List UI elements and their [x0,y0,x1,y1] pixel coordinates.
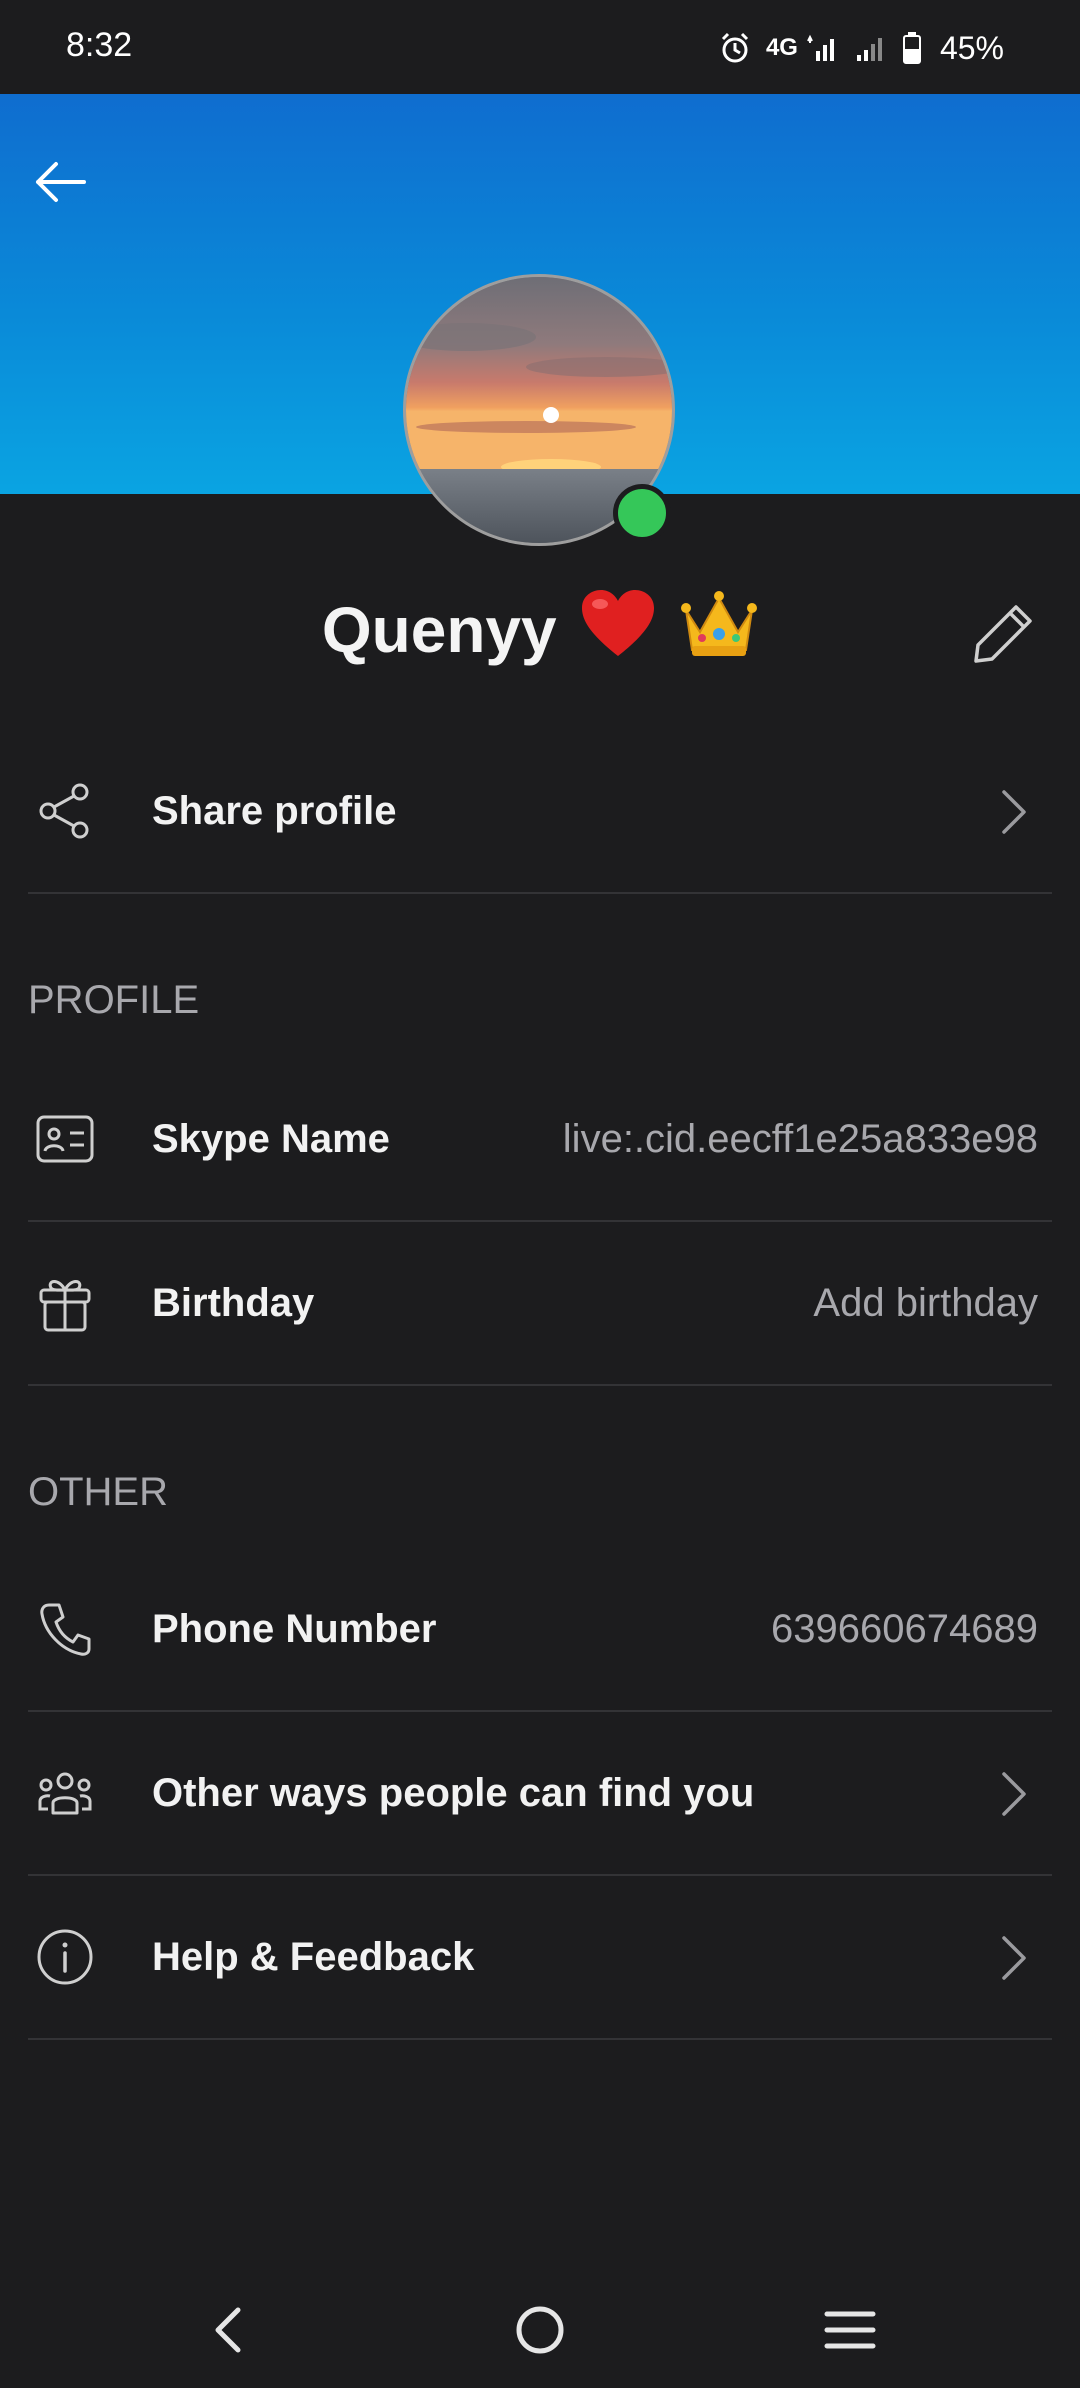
share-profile-row[interactable]: Share profile [28,730,1052,894]
find-you-label: Other ways people can find you [152,1770,755,1815]
presence-indicator [613,484,671,542]
profile-screen: 8:32 4G 45% Quenyy Share profile PROFILE… [0,0,1080,2388]
birthday-row[interactable]: Birthday Add birthday [28,1222,1052,1386]
phone-number-row[interactable]: Phone Number 639660674689 [28,1548,1052,1712]
battery-percent: 45% [939,29,1004,66]
id-card-icon [32,1106,98,1172]
chevron-right-icon [1002,1936,1026,1980]
birthday-value[interactable]: Add birthday [813,1281,1038,1326]
section-header-other: OTHER [28,1470,168,1514]
status-time: 8:32 [66,26,133,64]
people-icon [32,1760,98,1826]
share-profile-label: Share profile [152,788,397,833]
heart-emoji [580,588,656,683]
gift-icon [32,1270,98,1336]
battery-icon [902,31,922,65]
skype-name-row[interactable]: Skype Name live:.cid.eecff1e25a833e98 [28,1058,1052,1222]
info-icon [32,1924,98,1990]
display-name-container: Quenyy [0,585,1080,683]
phone-number-value: 639660674689 [771,1606,1038,1651]
find-you-row[interactable]: Other ways people can find you [28,1712,1052,1876]
signal-icon [854,31,888,65]
nav-back-button[interactable] [188,2290,268,2370]
share-icon [32,778,98,844]
phone-number-label: Phone Number [152,1606,437,1651]
skype-name-label: Skype Name [152,1116,390,1161]
chevron-right-icon [1002,1772,1026,1816]
back-button[interactable] [24,146,96,218]
status-bar: 8:32 4G 45% [0,0,1080,94]
display-name: Quenyy [321,594,557,666]
help-feedback-label: Help & Feedback [152,1934,475,1979]
help-feedback-row[interactable]: Help & Feedback [28,1876,1052,2040]
network-type: 4G [765,34,798,61]
arrow-left-icon [36,162,86,202]
phone-icon [32,1596,98,1662]
edit-profile-button[interactable] [972,601,1036,665]
name-row: Quenyy [0,585,1080,675]
nav-home-icon [516,2306,564,2354]
nav-recents-icon [824,2311,876,2349]
skype-name-value: live:.cid.eecff1e25a833e98 [562,1116,1038,1161]
alarm-icon [718,31,752,65]
birthday-label: Birthday [152,1280,315,1325]
crown-emoji [680,588,758,683]
nav-home-button[interactable] [500,2290,580,2370]
pencil-icon [974,605,1032,663]
chevron-right-icon [1002,790,1026,834]
nav-recents-button[interactable] [810,2290,890,2370]
nav-back-icon [215,2307,241,2353]
section-header-profile: PROFILE [28,978,200,1022]
system-nav-bar [0,2270,1080,2388]
signal-4g-icon [806,31,840,65]
status-icons: 4G 45% [718,24,1004,72]
